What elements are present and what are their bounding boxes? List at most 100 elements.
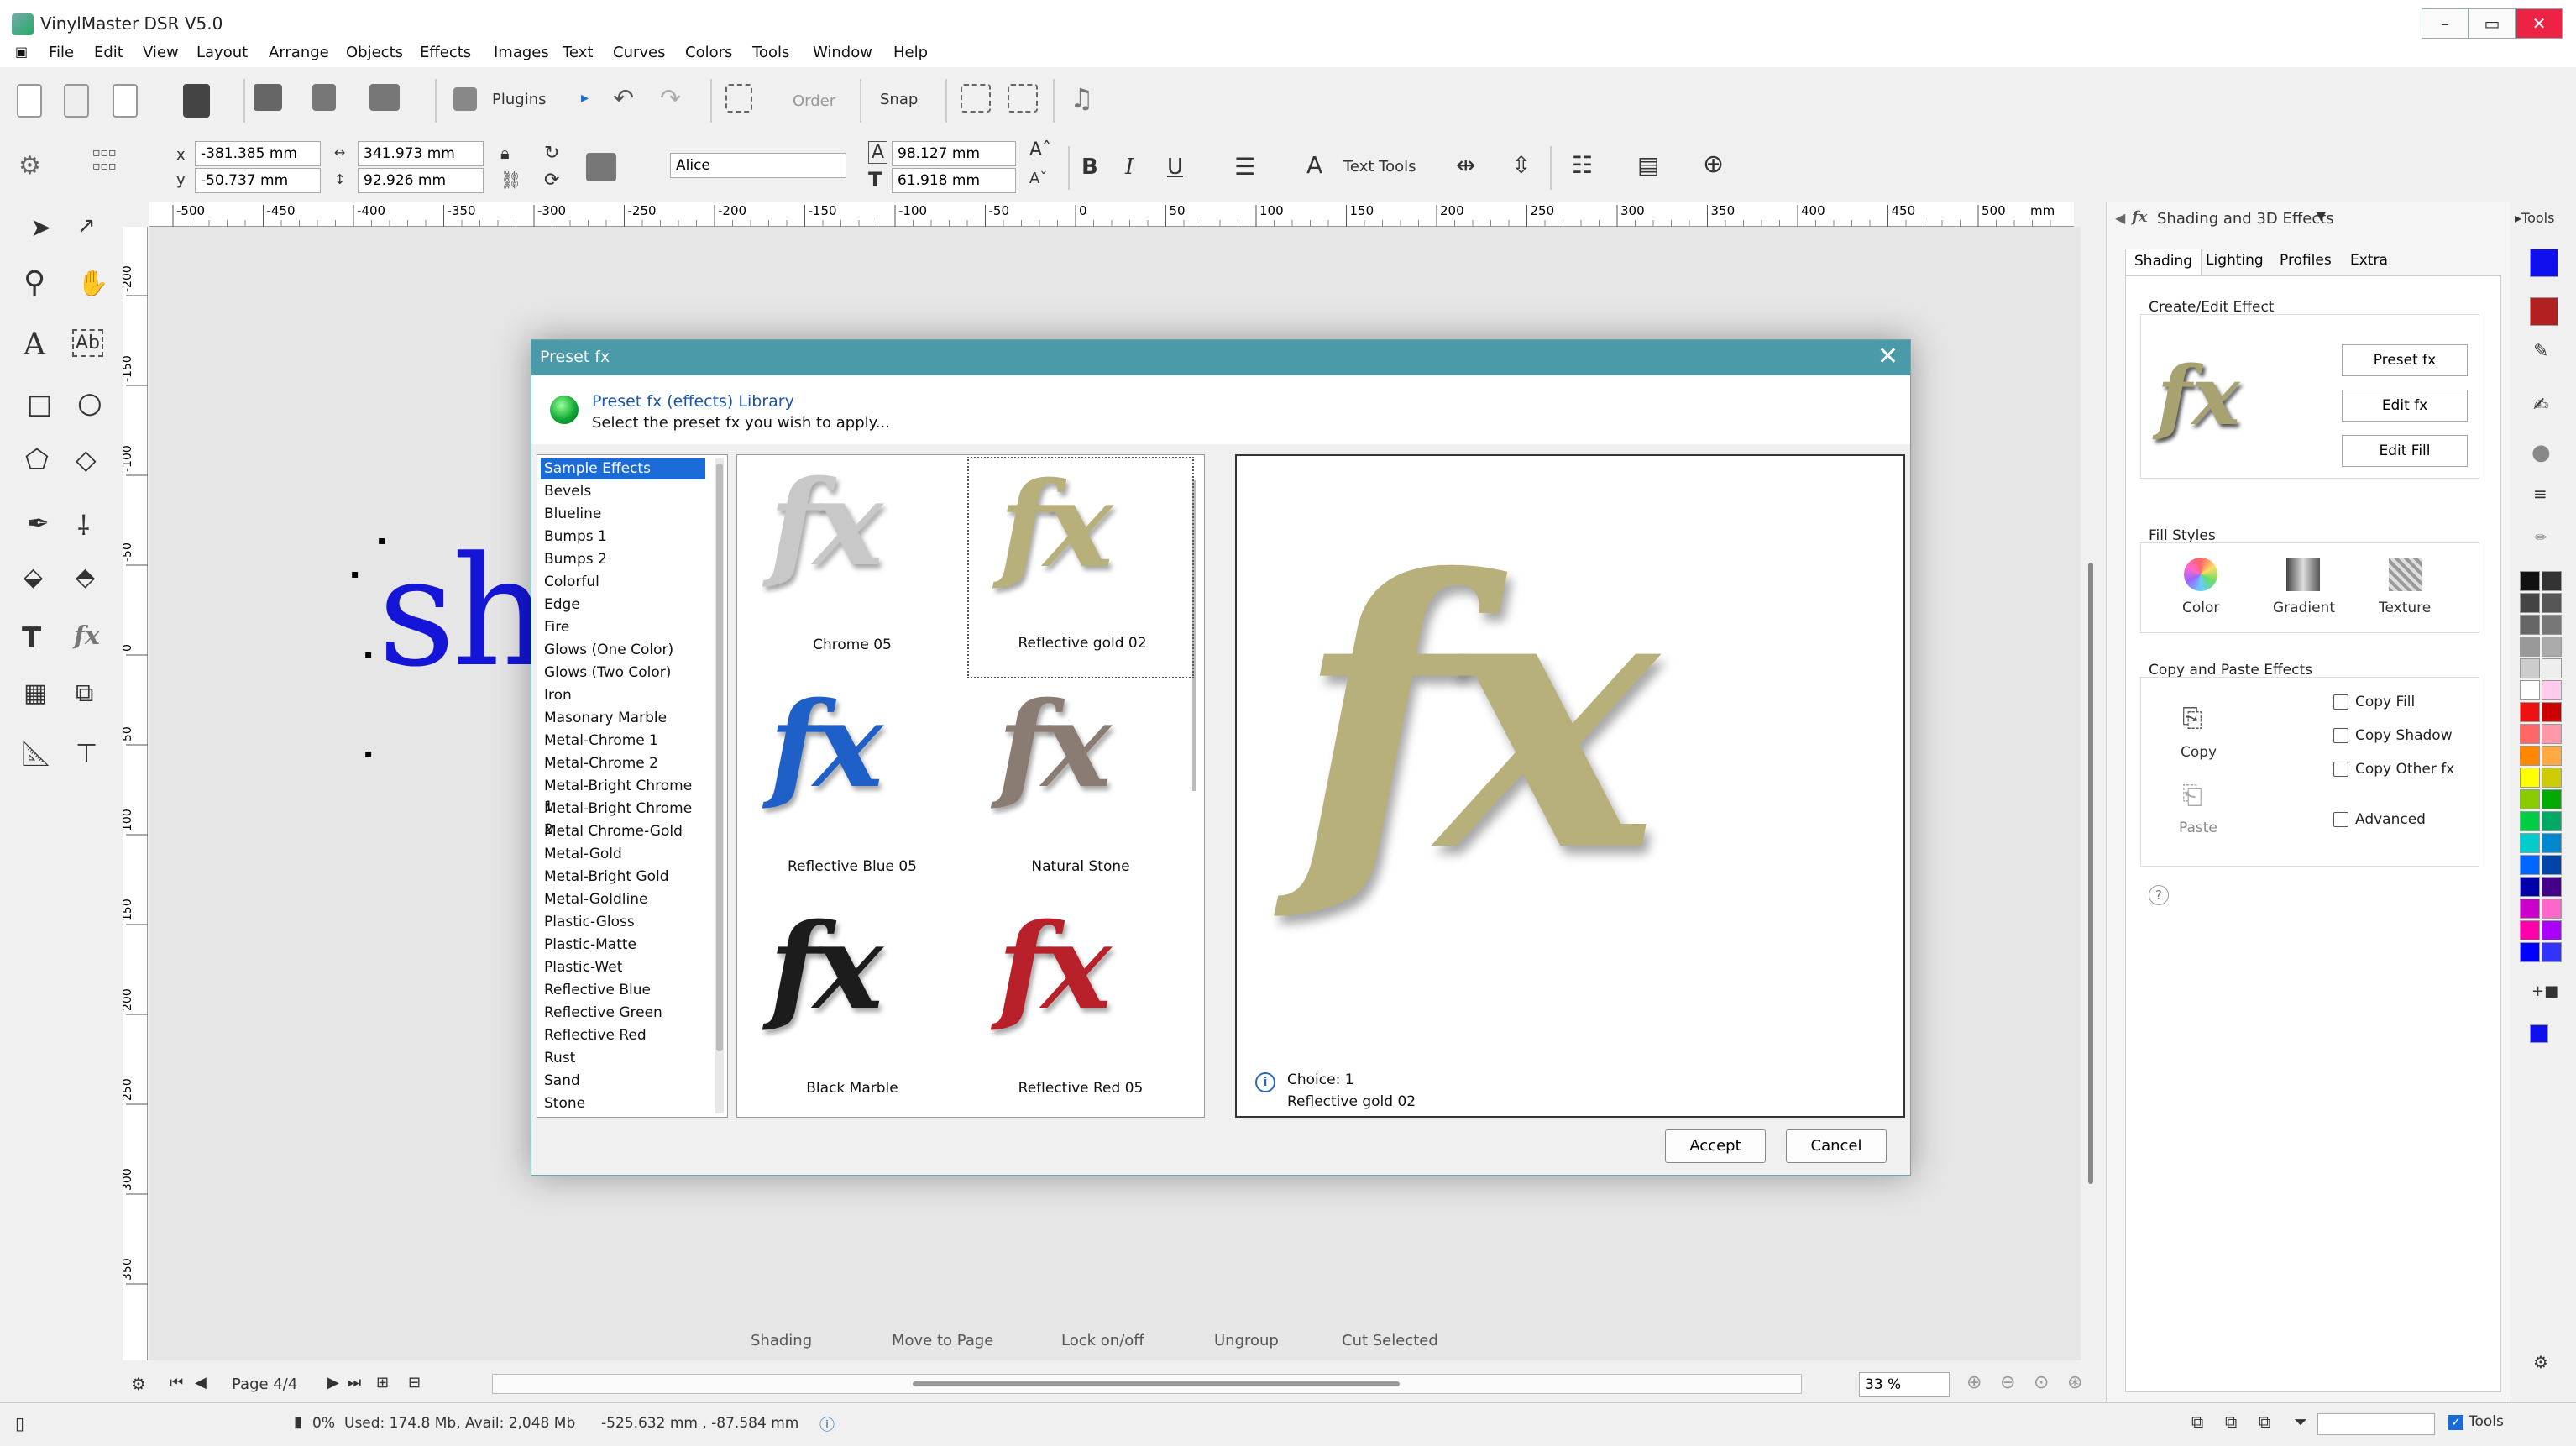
palette-swatch[interactable] bbox=[2542, 811, 2562, 831]
pen-icon[interactable]: ✏ bbox=[2535, 529, 2547, 547]
palette-swatch[interactable] bbox=[2520, 811, 2540, 831]
plugins-icon[interactable] bbox=[453, 87, 477, 111]
selection-handle[interactable]: ▪ bbox=[364, 747, 373, 761]
snap-button[interactable]: Snap bbox=[880, 91, 918, 108]
category-item[interactable]: Reflective Green bbox=[541, 1003, 705, 1024]
category-item[interactable]: Metal-Bright Chrome 2 bbox=[541, 799, 705, 838]
palette-swatch[interactable] bbox=[2542, 855, 2562, 875]
palette-swatch[interactable] bbox=[2520, 899, 2540, 919]
ungroup-action[interactable]: Ungroup bbox=[1214, 1332, 1279, 1349]
advanced-checkbox[interactable]: Advanced bbox=[2333, 811, 2426, 828]
palette-swatch[interactable] bbox=[2542, 571, 2562, 591]
category-item[interactable]: Reflective Red bbox=[541, 1025, 705, 1046]
palette-swatch[interactable] bbox=[2542, 658, 2562, 678]
text-tools-button[interactable]: Text Tools bbox=[1343, 158, 1416, 176]
lock-icon[interactable]: 🔒︎ bbox=[500, 143, 510, 163]
font-size-field[interactable]: 98.127 mm bbox=[892, 141, 1016, 166]
category-item[interactable]: Plastic-Wet bbox=[541, 957, 705, 978]
copy-icon[interactable]: ⎘ bbox=[2182, 704, 2202, 733]
zoom-in-icon[interactable]: ⊕ bbox=[1966, 1372, 1982, 1393]
measure-tool-icon[interactable]: 📐︎ bbox=[20, 739, 52, 768]
category-item[interactable]: Sample Effects bbox=[541, 458, 705, 479]
palette-swatch[interactable] bbox=[2542, 942, 2562, 962]
gradient-fill-label[interactable]: Gradient bbox=[2273, 600, 2335, 616]
panel-collapse-icon[interactable]: ◀ bbox=[2115, 210, 2125, 226]
last-page-icon[interactable]: ⏭ bbox=[348, 1374, 361, 1391]
text-tool-icon[interactable]: A bbox=[24, 327, 45, 362]
palette-swatch[interactable] bbox=[2520, 877, 2540, 897]
menu-colors[interactable]: Colors bbox=[685, 44, 732, 61]
copy-fill-checkbox[interactable]: Copy Fill bbox=[2333, 694, 2415, 710]
palette-swatch[interactable] bbox=[2542, 615, 2562, 635]
prev-page-icon[interactable]: ◀ bbox=[195, 1374, 207, 1391]
eyedropper-icon[interactable]: ✎ bbox=[2533, 341, 2548, 362]
lock-action[interactable]: Lock on/off bbox=[1061, 1332, 1144, 1349]
undo-icon[interactable]: ↶ bbox=[613, 84, 634, 113]
tab-profiles[interactable]: Profiles bbox=[2271, 249, 2340, 275]
palette-swatch[interactable] bbox=[2520, 724, 2540, 744]
palette-swatch[interactable] bbox=[2542, 833, 2562, 853]
category-item[interactable]: Metal-Bright Gold bbox=[541, 867, 705, 888]
category-item[interactable]: Reflective Blue bbox=[541, 980, 705, 1001]
rotate-icon[interactable]: ↻ bbox=[544, 143, 559, 164]
color-fill-label[interactable]: Color bbox=[2182, 600, 2219, 616]
palette-swatch[interactable] bbox=[2542, 899, 2562, 919]
rectangle-tool-icon[interactable]: □ bbox=[27, 388, 52, 420]
node-tool-icon[interactable]: ⚙ bbox=[18, 151, 41, 181]
menu-window[interactable]: Window bbox=[813, 44, 872, 61]
palette-swatch[interactable] bbox=[2520, 833, 2540, 853]
preset-tile[interactable]: fx Reflective gold 02 bbox=[967, 457, 1194, 678]
palette-swatch[interactable] bbox=[2520, 855, 2540, 875]
doc-icon[interactable]: ▣ bbox=[15, 44, 28, 60]
category-item[interactable]: Fire bbox=[541, 617, 705, 638]
preset-tile[interactable]: fx Black Marble bbox=[739, 900, 966, 1117]
circle-icon[interactable]: ● bbox=[2531, 440, 2551, 465]
paint-bucket-icon[interactable]: ⬘ bbox=[76, 563, 95, 592]
category-item[interactable]: Metal-Bright Chrome 1 bbox=[541, 776, 705, 815]
pen-tool-icon[interactable]: ✒ bbox=[27, 507, 50, 539]
preset-tile[interactable]: fx Chrome 05 bbox=[739, 457, 966, 678]
palette-swatch[interactable] bbox=[2520, 593, 2540, 613]
preset-fx-button[interactable]: Preset fx bbox=[2342, 344, 2468, 376]
menu-tools[interactable]: Tools bbox=[752, 44, 789, 61]
text-height-field[interactable]: 61.918 mm bbox=[892, 168, 1016, 193]
weld-icon[interactable] bbox=[961, 84, 991, 113]
palette-swatch[interactable] bbox=[2520, 702, 2540, 722]
category-list[interactable]: Sample Effects Bevels Blueline Bumps 1 Bumps… bbox=[537, 454, 728, 1118]
preset-tile[interactable]: fx Reflective Blue 05 bbox=[739, 678, 966, 900]
kerning-icon[interactable]: ⇹ bbox=[1456, 151, 1475, 179]
link-icon[interactable]: ⛓ bbox=[500, 170, 521, 190]
palette-swatch[interactable] bbox=[2542, 702, 2562, 722]
category-item[interactable]: Metal-Goldline bbox=[541, 889, 705, 910]
menu-help[interactable]: Help bbox=[893, 44, 928, 61]
decrease-font-icon[interactable]: Aˇ bbox=[1029, 170, 1047, 187]
redo-icon[interactable]: ↷ bbox=[660, 84, 681, 113]
arrange-icon[interactable]: ⧉ bbox=[2191, 1412, 2203, 1432]
preset-tile[interactable]: fx Reflective Red 05 bbox=[967, 900, 1194, 1117]
category-item[interactable]: Stone bbox=[541, 1093, 705, 1114]
settings-icon[interactable]: ⚙ bbox=[131, 1374, 146, 1394]
guides-tool-icon[interactable]: ⊤ bbox=[76, 739, 97, 768]
tab-shading[interactable]: Shading bbox=[2125, 249, 2202, 275]
palette-swatch[interactable] bbox=[2542, 593, 2562, 613]
palette-swatch[interactable] bbox=[2520, 637, 2540, 657]
plugins-button[interactable]: Plugins bbox=[492, 91, 546, 108]
group-icon[interactable]: ⧉ bbox=[2225, 1412, 2237, 1432]
outline-color-swatch[interactable] bbox=[2530, 297, 2558, 326]
contour-tool-icon[interactable]: ⧉ bbox=[76, 678, 93, 708]
palette-swatch[interactable] bbox=[2542, 724, 2562, 744]
align-objects-icon[interactable]: ▤ bbox=[1637, 151, 1659, 179]
selection-handle[interactable]: ▪ bbox=[364, 648, 373, 662]
menu-view[interactable]: View bbox=[143, 44, 179, 61]
horizontal-ruler[interactable]: -500 -450 -400 -350 -300 -250 -200 -150 -100 -50 0… bbox=[149, 202, 2074, 227]
pan-tool-icon[interactable]: ✋ bbox=[77, 269, 108, 298]
camera-icon[interactable] bbox=[586, 153, 616, 181]
edit-fx-button[interactable]: Edit fx bbox=[2342, 390, 2468, 422]
category-item[interactable]: Masonary Marble bbox=[541, 708, 705, 729]
menu-file[interactable]: File bbox=[49, 44, 74, 61]
preset-tile[interactable]: fx Natural Stone bbox=[967, 678, 1194, 900]
category-item[interactable]: Colorful bbox=[541, 572, 705, 593]
text-frame-tool-icon[interactable]: Ab bbox=[72, 329, 104, 357]
paste-icon[interactable]: ⎗ bbox=[2182, 781, 2202, 810]
palette-swatch[interactable] bbox=[2520, 920, 2540, 940]
